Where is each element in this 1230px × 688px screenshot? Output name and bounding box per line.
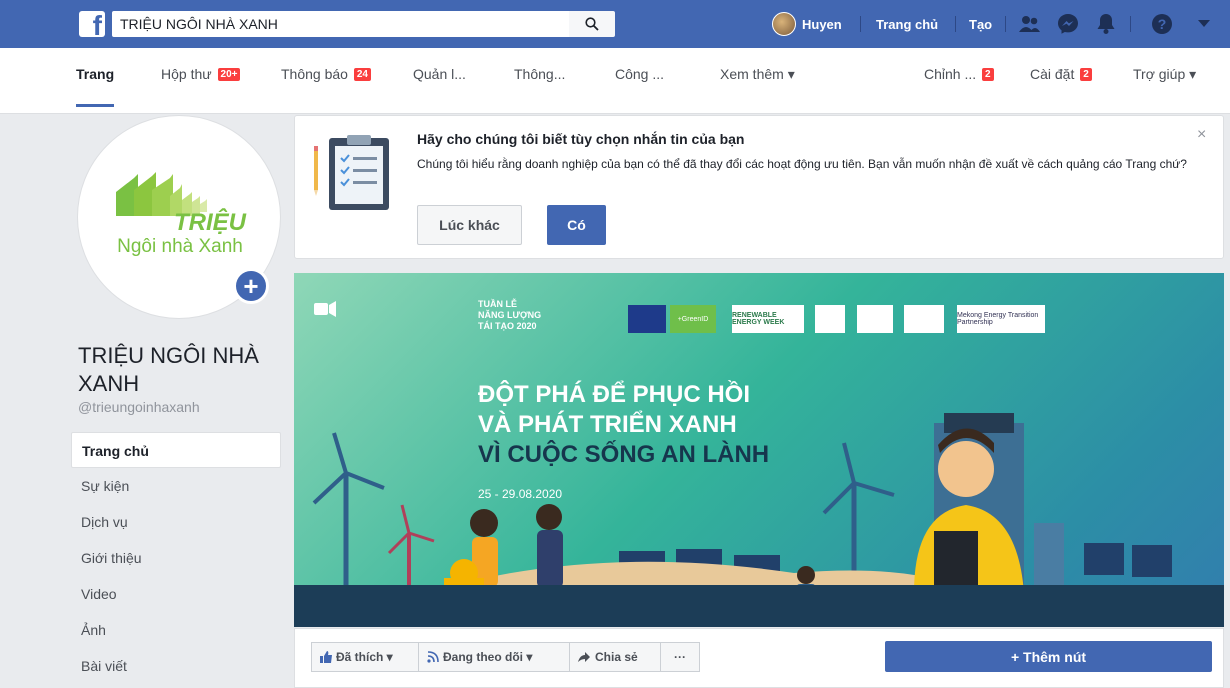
tab-more[interactable]: Xem thêm ▾ [720, 66, 795, 90]
side-menu-services[interactable]: Dịch vụ [71, 504, 281, 540]
messenger-icon[interactable] [1056, 12, 1080, 36]
tab-label: Công ... [615, 66, 665, 82]
tab-label: Chỉnh ... [924, 66, 977, 82]
video-icon [314, 303, 328, 315]
help-icon[interactable]: ? [1150, 12, 1174, 36]
greenid-logo: +GreenID [670, 305, 716, 333]
divider [1130, 16, 1131, 32]
tab-insights[interactable]: Thông... [514, 66, 565, 90]
prompt-title: Hãy cho chúng tôi biết tùy chọn nhắn tin… [417, 131, 745, 147]
tab-tools[interactable]: Công ... [615, 66, 664, 90]
share-arrow-icon [578, 652, 590, 662]
svg-text:?: ? [1158, 16, 1167, 32]
page-tabs-bar: Trang Hộp thư 20+ Thông báo 24 Quản l...… [0, 48, 1230, 114]
plus-icon: + [243, 271, 259, 301]
partner-grid-logo [857, 305, 893, 333]
prompt-body: Chúng tôi hiểu rằng doanh nghiệp của bạn… [417, 157, 1187, 171]
ellipsis-icon: ··· [674, 650, 686, 664]
messaging-preference-prompt: Hãy cho chúng tôi biết tùy chọn nhắn tin… [294, 115, 1224, 259]
facebook-logo-icon[interactable]: f [79, 11, 105, 37]
edit-count-badge: 2 [982, 68, 994, 81]
later-button[interactable]: Lúc khác [417, 205, 522, 245]
page-side-menu: Trang chủ Sự kiện Dịch vụ Giới thiệu Vid… [71, 432, 281, 684]
tab-notifications[interactable]: Thông báo 24 [281, 66, 371, 90]
cover-headline-3: VÌ CUỘC SỐNG AN LÀNH [478, 441, 770, 468]
tab-page[interactable]: Trang [76, 66, 115, 107]
tab-label: Thông báo [281, 66, 348, 82]
home-link[interactable]: Trang chủ [876, 0, 938, 48]
tab-label: Trang [76, 66, 115, 82]
following-button[interactable]: Đang theo dõi ▾ [418, 642, 570, 672]
page-name: TRIỆU NGÔI NHÀ XANH [78, 343, 259, 396]
notifications-bell-icon[interactable] [1094, 12, 1118, 36]
tab-edit[interactable]: Chỉnh ... 2 [924, 66, 994, 90]
yes-button[interactable]: Có [547, 205, 606, 245]
search-icon [585, 17, 599, 31]
account-menu-chevron-down-icon[interactable] [1192, 12, 1216, 36]
tab-label: Quản l... [413, 66, 466, 82]
side-menu-photos[interactable]: Ảnh [71, 612, 281, 648]
cover-bottom-strip [294, 585, 1224, 627]
divider [955, 16, 956, 32]
cover-headline-2: VÀ PHÁT TRIỂN XANH [478, 411, 737, 438]
tab-label: Thông... [514, 66, 566, 82]
tab-label: Xem thêm ▾ [720, 66, 795, 82]
liked-button[interactable]: Đã thích ▾ [311, 642, 419, 672]
share-button[interactable]: Chia sẻ [569, 642, 661, 672]
tab-inbox[interactable]: Hộp thư 20+ [161, 66, 241, 90]
add-story-plus-button[interactable]: + [233, 268, 269, 304]
home-label: Trang chủ [876, 16, 939, 32]
event-tag-line-1: TUẦN LỄ [478, 299, 517, 309]
inbox-count-badge: 20+ [217, 68, 241, 81]
side-menu-posts[interactable]: Bài viết [71, 648, 281, 684]
rss-follow-icon [427, 651, 439, 663]
clipboard-checklist-icon [314, 135, 389, 210]
create-label: Tạo [969, 16, 993, 32]
more-options-button[interactable]: ··· [660, 642, 700, 672]
tab-manage[interactable]: Quản l... [413, 66, 466, 90]
close-icon[interactable]: × [1197, 126, 1206, 144]
mekong-energy-partnership-logo: Mekong Energy Transition Partnership [957, 305, 1045, 333]
divider [860, 16, 861, 32]
page-username[interactable]: @trieungoinhaxanh [78, 399, 200, 415]
side-menu-videos[interactable]: Video [71, 576, 281, 612]
logo-line-1: TRIỆU [174, 208, 247, 236]
side-menu-about[interactable]: Giới thiệu [71, 540, 281, 576]
eu-flag-logo [628, 305, 666, 333]
side-menu-events[interactable]: Sự kiện [71, 468, 281, 504]
tab-label: Cài đặt [1030, 66, 1075, 82]
cover-dates: 25 - 29.08.2020 [478, 487, 563, 501]
thumbs-up-icon [320, 651, 332, 663]
page-action-bar: Đã thích ▾ Đang theo dõi ▾ Chia sẻ ··· +… [294, 628, 1224, 688]
event-tag-line-3: TÁI TẠO 2020 [478, 321, 537, 331]
notifications-count-badge: 24 [353, 68, 371, 81]
cover-photo[interactable]: TUẦN LỄ NĂNG LƯỢNG TÁI TẠO 2020 +GreenID… [294, 273, 1224, 627]
friend-requests-icon[interactable] [1018, 12, 1042, 36]
partner-green-logo [904, 305, 944, 333]
tab-help[interactable]: Trợ giúp ▾ [1133, 66, 1196, 90]
tab-settings[interactable]: Cài đặt 2 [1030, 66, 1092, 90]
cover-headline-1: ĐỘT PHÁ ĐỂ PHỤC HỒI [478, 381, 751, 408]
top-navigation-bar: f Huyen Trang chủ Tạo ? [0, 0, 1230, 48]
logo-line-2: Ngôi nhà Xanh [117, 236, 243, 257]
tab-label: Hộp thư [161, 66, 212, 82]
avatar [772, 12, 796, 36]
settings-count-badge: 2 [1080, 68, 1092, 81]
search-button[interactable] [569, 11, 615, 37]
share-label: Chia sẻ [595, 650, 638, 664]
tab-label: Trợ giúp ▾ [1133, 66, 1197, 82]
user-name: Huyen [802, 16, 842, 32]
side-menu-home[interactable]: Trang chủ [71, 432, 281, 468]
profile-link[interactable]: Huyen [772, 0, 842, 48]
renewable-energy-week-logo: RENEWABLE ENERGY WEEK [732, 305, 804, 333]
event-tag-line-2: NĂNG LƯỢNG [478, 310, 542, 320]
search-input[interactable] [112, 11, 569, 37]
partner-seal-logo [815, 305, 845, 333]
divider [1005, 16, 1006, 32]
create-link[interactable]: Tạo [969, 0, 992, 48]
liked-label: Đã thích ▾ [336, 650, 393, 664]
add-button[interactable]: + Thêm nút [885, 641, 1212, 672]
following-label: Đang theo dõi ▾ [443, 650, 533, 664]
